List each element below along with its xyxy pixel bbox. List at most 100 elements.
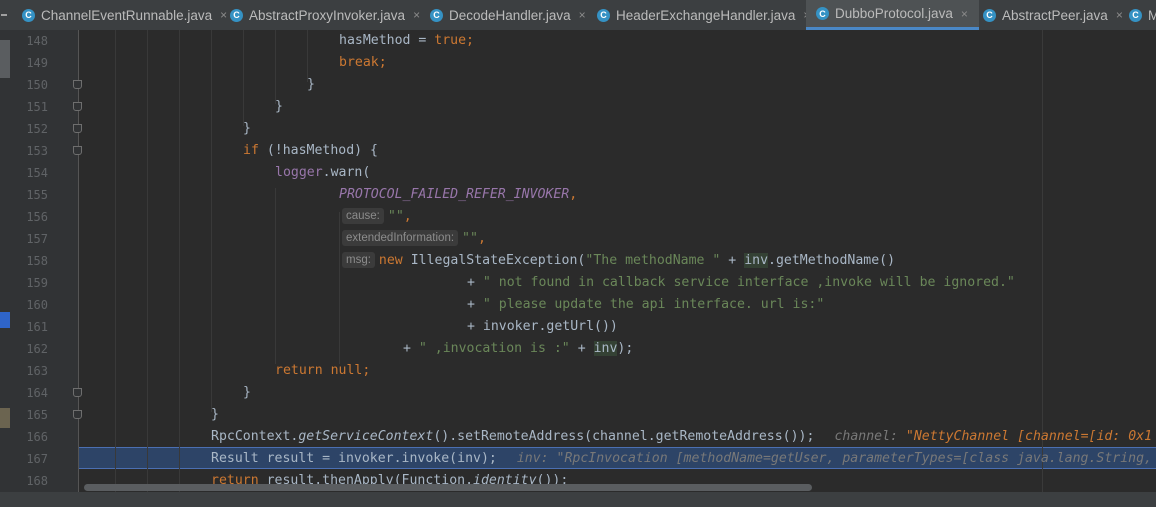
field-token: logger bbox=[275, 165, 323, 180]
indent-guide bbox=[339, 212, 340, 364]
tab-overflow-partial[interactable]: C M bbox=[1119, 0, 1156, 30]
keyword-token: if bbox=[243, 143, 259, 158]
code-line-158[interactable]: msg: new IllegalStateException("The metho… bbox=[342, 250, 895, 272]
line-number: 162 bbox=[26, 342, 48, 356]
editor-gutter[interactable]: 148 149 150 151 152 153 154 155 156 157 … bbox=[10, 30, 79, 495]
code-token: RpcContext. bbox=[211, 429, 299, 444]
code-token: , bbox=[403, 209, 412, 224]
method-token: getServiceContext bbox=[298, 429, 434, 444]
parameter-hint: extendedInformation: bbox=[342, 230, 459, 246]
code-line-161[interactable]: + invoker.getUrl()) bbox=[467, 316, 618, 338]
code-line-166[interactable]: RpcContext.getServiceContext().setRemote… bbox=[211, 426, 1152, 448]
java-class-icon: C bbox=[597, 8, 610, 22]
keyword-token: return bbox=[275, 363, 323, 378]
right-margin-guide bbox=[1042, 30, 1043, 492]
fold-icon[interactable] bbox=[73, 388, 82, 397]
tab-label: M bbox=[1148, 7, 1156, 23]
code-token: } bbox=[243, 385, 251, 400]
variable-token-highlighted: inv bbox=[744, 253, 769, 268]
code-token: + bbox=[720, 253, 745, 268]
line-number: 150 bbox=[26, 78, 48, 92]
java-class-icon: C bbox=[230, 8, 243, 22]
code-token: .warn( bbox=[322, 165, 371, 180]
string-token: "" bbox=[462, 231, 478, 246]
code-line-163[interactable]: return null; bbox=[275, 360, 370, 382]
code-token: + bbox=[403, 341, 419, 356]
tab-channel-event-runnable[interactable]: C ChannelEventRunnable.java × bbox=[12, 0, 227, 30]
code-line-153[interactable]: if (!hasMethod) { bbox=[243, 140, 378, 162]
tab-label: DubboProtocol.java bbox=[835, 6, 953, 21]
change-marker bbox=[0, 408, 10, 428]
horizontal-scrollbar-thumb[interactable] bbox=[84, 484, 812, 491]
close-icon[interactable]: × bbox=[961, 7, 968, 21]
code-line-162[interactable]: + " ,invocation is :" + inv); bbox=[403, 338, 633, 360]
close-icon[interactable]: × bbox=[579, 8, 586, 22]
line-number: 160 bbox=[26, 298, 48, 312]
keyword-token: null bbox=[330, 363, 363, 378]
code-token: , bbox=[569, 187, 578, 202]
tab-label: AbstractProxyInvoker.java bbox=[249, 7, 406, 23]
parameter-hint: msg: bbox=[342, 252, 375, 268]
code-token: + bbox=[467, 297, 483, 312]
code-line-159[interactable]: + " not found in callback service interf… bbox=[467, 272, 1015, 294]
string-token: " not found in callback service interfac… bbox=[482, 275, 1015, 290]
string-token: " ,invocation is :" bbox=[418, 341, 570, 356]
code-token: , bbox=[477, 231, 486, 246]
tab-label: DecodeHandler.java bbox=[449, 7, 571, 23]
code-line-167[interactable]: Result result = invoker.invoke(inv); inv:… bbox=[211, 448, 1152, 470]
debug-inline-value: "NettyChannel [channel=[id: 0x1 bbox=[905, 429, 1153, 444]
line-number: 166 bbox=[26, 430, 48, 444]
code-line-157[interactable]: extendedInformation: "", bbox=[342, 228, 486, 250]
constant-token: PROTOCOL_FAILED_REFER_INVOKER bbox=[339, 187, 570, 202]
line-number: 155 bbox=[26, 188, 48, 202]
code-line-148[interactable]: hasMethod = true; bbox=[339, 30, 474, 52]
keyword-token: break bbox=[339, 55, 379, 70]
tab-overflow-menu[interactable] bbox=[0, 0, 10, 30]
tab-abstract-proxy-invoker[interactable]: C AbstractProxyInvoker.java × bbox=[220, 0, 428, 30]
line-number: 159 bbox=[26, 276, 48, 290]
line-number: 163 bbox=[26, 364, 48, 378]
code-token: } bbox=[307, 77, 315, 92]
code-token: } bbox=[275, 99, 283, 114]
line-number: 153 bbox=[26, 144, 48, 158]
line-number: 165 bbox=[26, 408, 48, 422]
code-line-165[interactable]: } bbox=[211, 404, 219, 426]
line-number: 148 bbox=[26, 34, 48, 48]
code-line-150[interactable]: } bbox=[307, 74, 315, 96]
fold-icon[interactable] bbox=[73, 124, 82, 133]
code-token: } bbox=[243, 121, 251, 136]
line-number: 164 bbox=[26, 386, 48, 400]
fold-icon[interactable] bbox=[73, 102, 82, 111]
java-class-icon: C bbox=[430, 8, 443, 22]
code-token: Result result = invoker.invoke(inv); bbox=[211, 451, 497, 466]
line-number: 157 bbox=[26, 232, 48, 246]
line-number: 168 bbox=[26, 474, 48, 488]
code-line-154[interactable]: logger.warn( bbox=[275, 162, 370, 184]
code-line-149[interactable]: break; bbox=[339, 52, 387, 74]
string-token: "The methodName " bbox=[585, 253, 721, 268]
code-line-164[interactable]: } bbox=[243, 382, 251, 404]
parameter-hint: cause: bbox=[342, 208, 384, 224]
code-line-152[interactable]: } bbox=[243, 118, 251, 140]
tab-decode-handler[interactable]: C DecodeHandler.java × bbox=[420, 0, 595, 30]
code-line-160[interactable]: + " please update the api interface. url… bbox=[467, 294, 824, 316]
line-number: 154 bbox=[26, 166, 48, 180]
fold-icon[interactable] bbox=[73, 410, 82, 419]
tab-abstract-peer[interactable]: C AbstractPeer.java × bbox=[973, 0, 1125, 30]
fold-icon[interactable] bbox=[73, 146, 82, 155]
code-line-155[interactable]: PROTOCOL_FAILED_REFER_INVOKER, bbox=[339, 184, 577, 206]
indent-guide bbox=[147, 30, 148, 492]
string-token: " please update the api interface. url i… bbox=[482, 297, 825, 312]
tab-label: AbstractPeer.java bbox=[1002, 7, 1108, 23]
string-token: "" bbox=[387, 209, 404, 224]
tab-header-exchange-handler[interactable]: C HeaderExchangeHandler.java × bbox=[587, 0, 812, 30]
tab-dubbo-protocol[interactable]: C DubboProtocol.java × bbox=[806, 0, 979, 30]
code-line-151[interactable]: } bbox=[275, 96, 283, 118]
fold-icon[interactable] bbox=[73, 80, 82, 89]
line-number: 156 bbox=[26, 210, 48, 224]
editor-tab-bar: C ChannelEventRunnable.java × C Abstract… bbox=[0, 0, 1156, 31]
code-line-156[interactable]: cause: "", bbox=[342, 206, 412, 228]
java-class-icon: C bbox=[1129, 8, 1142, 22]
scroll-marker bbox=[0, 40, 10, 78]
